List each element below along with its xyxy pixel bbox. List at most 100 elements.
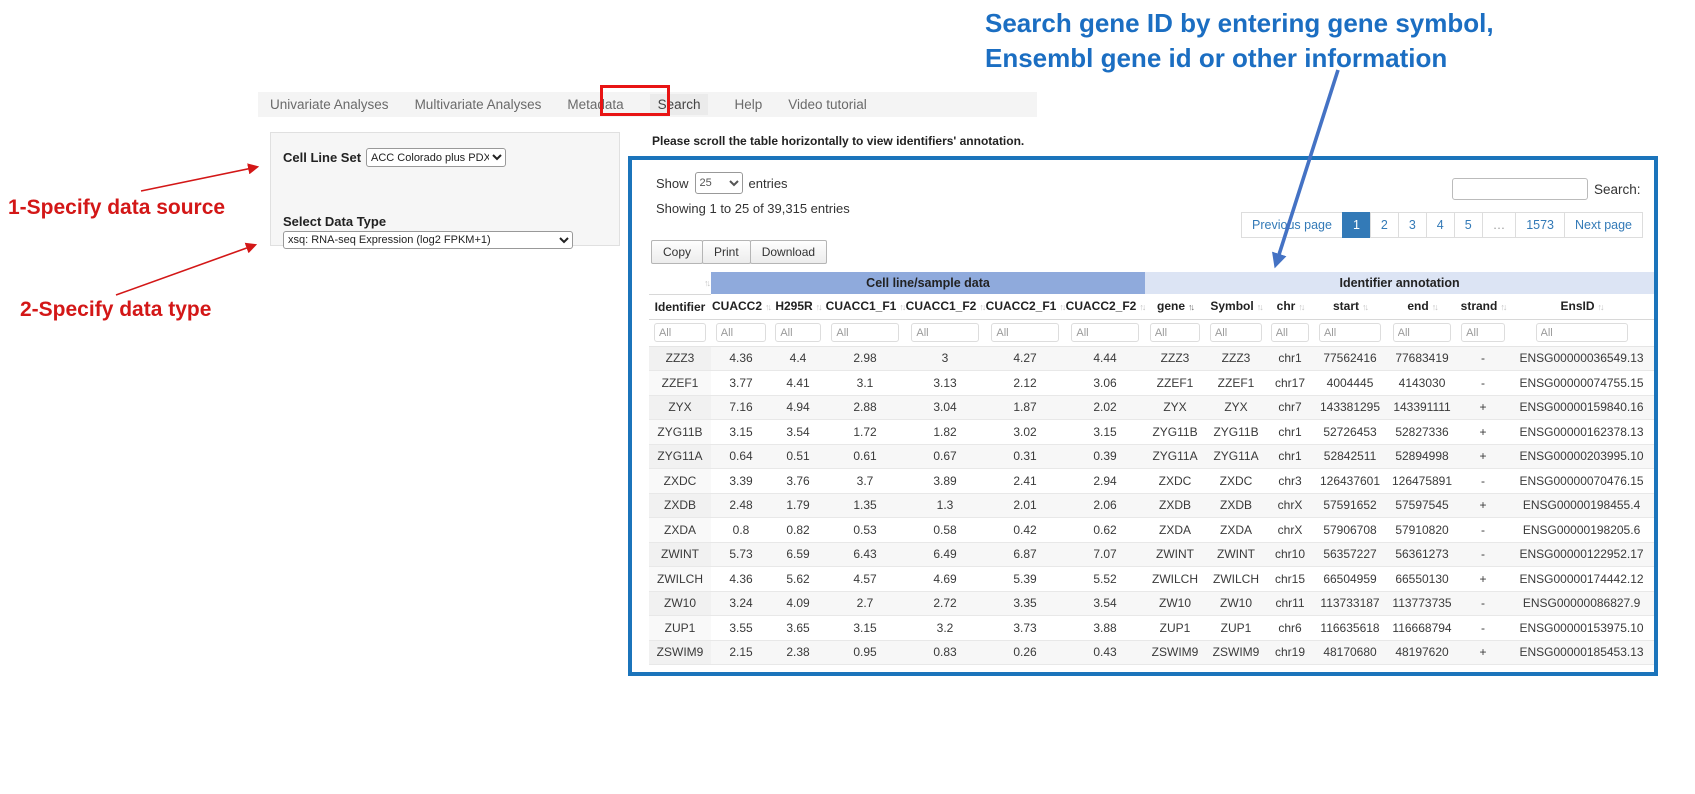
data-type-label: Select Data Type <box>283 214 386 229</box>
nav-item-help[interactable]: Help <box>734 97 762 112</box>
table-cell: 3.77 <box>711 371 771 396</box>
copy-button[interactable]: Copy <box>651 240 703 264</box>
column-header-h295r[interactable]: H295R↑↓ <box>771 294 825 319</box>
search-results-panel: Show 25 entries Showing 1 to 25 of 39,31… <box>628 156 1658 676</box>
table-cell: chr1 <box>1267 420 1313 445</box>
page-button-5[interactable]: 5 <box>1454 212 1483 238</box>
table-cell: 0.51 <box>771 444 825 469</box>
data-source-panel: Cell Line Set ACC Colorado plus PDX Sele… <box>270 132 620 246</box>
table-cell: 4.4 <box>771 346 825 371</box>
table-cell: ZW10 <box>1205 591 1267 616</box>
table-cell: 57597545 <box>1387 493 1457 518</box>
table-cell: ZXDA <box>1205 518 1267 543</box>
filter-input-gene[interactable] <box>1150 323 1200 342</box>
previous-page-button[interactable]: Previous page <box>1241 212 1343 238</box>
table-cell: 3.15 <box>825 616 905 641</box>
page-button-1573[interactable]: 1573 <box>1515 212 1565 238</box>
filter-input-ensid[interactable] <box>1536 323 1628 342</box>
table-cell: 0.62 <box>1065 518 1145 543</box>
column-header-identifier[interactable]: Identifier <box>649 294 711 319</box>
page-length-select[interactable]: 25 <box>695 172 743 194</box>
nav-item-univariate-analyses[interactable]: Univariate Analyses <box>270 97 389 112</box>
filter-input-h295r[interactable] <box>775 323 820 342</box>
table-row: ZYG11B3.153.541.721.823.023.15ZYG11BZYG1… <box>649 420 1654 445</box>
next-page-button[interactable]: Next page <box>1564 212 1643 238</box>
table-cell: 3.02 <box>985 420 1065 445</box>
column-header-end[interactable]: end↑↓ <box>1387 294 1457 319</box>
filter-row <box>649 319 1654 346</box>
table-cell: 4.94 <box>771 395 825 420</box>
data-type-select[interactable]: xsq: RNA-seq Expression (log2 FPKM+1) <box>283 231 573 249</box>
identifier-sort-header[interactable]: ↑↓ <box>649 272 711 294</box>
table-cell: 0.31 <box>985 444 1065 469</box>
filter-input-cuacc2_f1[interactable] <box>991 323 1058 342</box>
filter-input-cuacc1_f2[interactable] <box>911 323 978 342</box>
table-cell: - <box>1457 616 1509 641</box>
table-cell: 2.98 <box>825 346 905 371</box>
column-header-start[interactable]: start↑↓ <box>1313 294 1387 319</box>
table-cell: ZXDC <box>1205 469 1267 494</box>
filter-input-strand[interactable] <box>1461 323 1505 342</box>
sort-icon: ↑↓ <box>1598 302 1603 312</box>
filter-input-symbol[interactable] <box>1210 323 1262 342</box>
filter-input-chr[interactable] <box>1271 323 1310 342</box>
table-cell: 52894998 <box>1387 444 1457 469</box>
column-header-gene[interactable]: gene↑↓ <box>1145 294 1205 319</box>
table-cell: 3.2 <box>905 616 985 641</box>
column-header-symbol[interactable]: Symbol↑↓ <box>1205 294 1267 319</box>
table-cell: 66550130 <box>1387 567 1457 592</box>
column-header-cuacc1_f2[interactable]: CUACC1_F2↑↓ <box>905 294 985 319</box>
column-header-ensid[interactable]: EnsID↑↓ <box>1509 294 1654 319</box>
filter-input-cuacc1_f1[interactable] <box>831 323 898 342</box>
table-cell: ENSG00000036549.13 <box>1509 346 1654 371</box>
page-button-4[interactable]: 4 <box>1426 212 1455 238</box>
table-cell: 0.83 <box>905 640 985 665</box>
download-button[interactable]: Download <box>750 240 827 264</box>
group-cell-line-sample-data: Cell line/sample data <box>711 272 1145 294</box>
table-cell: 1.3 <box>905 493 985 518</box>
table-cell: chr6 <box>1267 616 1313 641</box>
column-header-chr[interactable]: chr↑↓ <box>1267 294 1313 319</box>
column-header-strand[interactable]: strand↑↓ <box>1457 294 1509 319</box>
table-cell: 3.55 <box>711 616 771 641</box>
table-cell: 52827336 <box>1387 420 1457 445</box>
nav-item-multivariate-analyses[interactable]: Multivariate Analyses <box>415 97 542 112</box>
table-row: ZXDB2.481.791.351.32.012.06ZXDBZXDBchrX5… <box>649 493 1654 518</box>
table-cell: ZWINT <box>649 542 711 567</box>
table-cell: 1.82 <box>905 420 985 445</box>
table-cell: 3.04 <box>905 395 985 420</box>
column-header-cuacc2_f1[interactable]: CUACC2_F1↑↓ <box>985 294 1065 319</box>
table-cell: ZW10 <box>1145 591 1205 616</box>
table-cell: ZXDC <box>649 469 711 494</box>
filter-input-identifier[interactable] <box>654 323 706 342</box>
filter-input-cuacc2_f2[interactable] <box>1071 323 1138 342</box>
filter-input-end[interactable] <box>1393 323 1452 342</box>
filter-input-start[interactable] <box>1319 323 1381 342</box>
sort-icon: ↑↓ <box>899 302 904 312</box>
table-row: ZW103.244.092.72.723.353.54ZW10ZW10chr11… <box>649 591 1654 616</box>
table-cell: 3.24 <box>711 591 771 616</box>
table-cell: 126437601 <box>1313 469 1387 494</box>
table-search-input[interactable] <box>1452 178 1588 200</box>
table-cell: 5.62 <box>771 567 825 592</box>
sort-icon: ↑↓ <box>704 278 709 288</box>
cell-line-set-select[interactable]: ACC Colorado plus PDX <box>366 148 506 167</box>
table-cell: 2.12 <box>985 371 1065 396</box>
print-button[interactable]: Print <box>702 240 751 264</box>
column-header-cuacc2[interactable]: CUACC2↑↓ <box>711 294 771 319</box>
page-button-2[interactable]: 2 <box>1370 212 1399 238</box>
nav-item-video-tutorial[interactable]: Video tutorial <box>788 97 867 112</box>
search-highlight-box <box>600 85 670 116</box>
page-button-1[interactable]: 1 <box>1342 212 1371 238</box>
column-header-cuacc1_f1[interactable]: CUACC1_F1↑↓ <box>825 294 905 319</box>
filter-input-cuacc2[interactable] <box>716 323 766 342</box>
column-header-cuacc2_f2[interactable]: CUACC2_F2↑↓ <box>1065 294 1145 319</box>
table-cell: 113773735 <box>1387 591 1457 616</box>
table-cell: + <box>1457 640 1509 665</box>
show-label: Show <box>656 176 689 191</box>
table-cell: chr1 <box>1267 346 1313 371</box>
table-cell: 3.89 <box>905 469 985 494</box>
page-button-3[interactable]: 3 <box>1398 212 1427 238</box>
table-cell: 3.76 <box>771 469 825 494</box>
page-ellipsis[interactable]: … <box>1482 212 1517 238</box>
